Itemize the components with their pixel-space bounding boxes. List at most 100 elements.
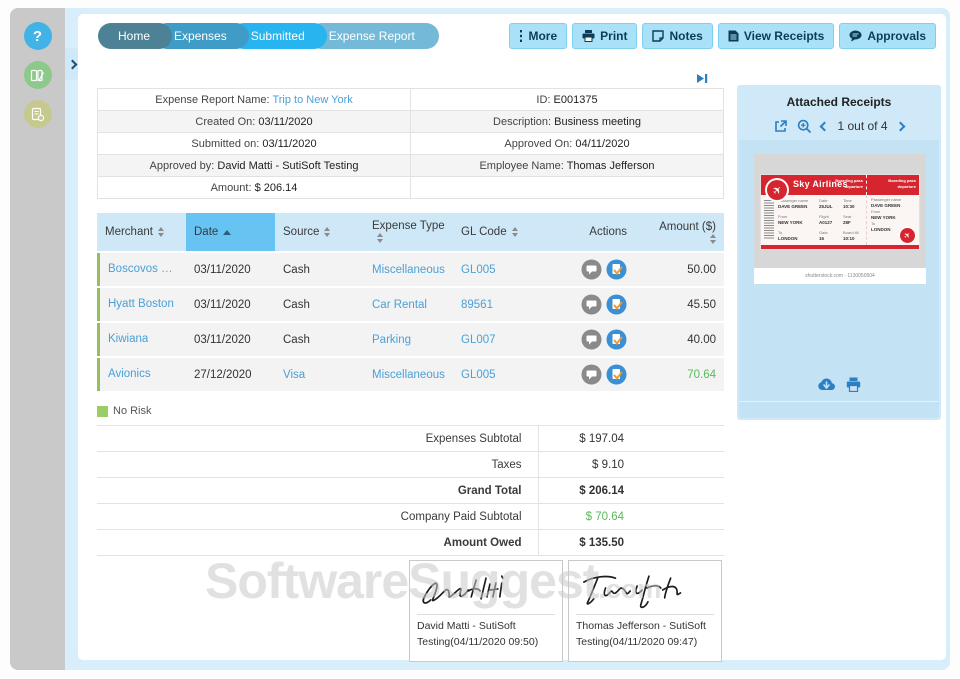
field-label: Approved by:: [150, 160, 215, 172]
tab-expense-report[interactable]: Expense Report: [309, 23, 439, 49]
approver-signature-caption: David Matti - SutiSoft Testing(04/11/202…: [417, 619, 555, 651]
amount-cell: 50.00: [635, 253, 724, 286]
expense-type-link[interactable]: Parking: [372, 334, 411, 346]
gl-code-link[interactable]: GL005: [461, 369, 496, 381]
field-value: E001375: [554, 94, 598, 106]
gl-code-link[interactable]: 89561: [461, 299, 493, 311]
main-content: Home Expenses Submitted Expense Report M…: [78, 14, 946, 660]
approvals-label: Approvals: [867, 29, 926, 43]
total-value: $ 70.64: [538, 504, 724, 530]
amount-cell: 70.64: [635, 358, 724, 391]
date-cell: 03/11/2020: [186, 253, 275, 286]
notes-button[interactable]: Notes: [642, 23, 712, 49]
source-cell: Cash: [275, 253, 364, 286]
employee-signature-image: [576, 566, 714, 612]
approver-signature-box: David Matti - SutiSoft Testing(04/11/202…: [409, 560, 563, 662]
help-glyph: ?: [33, 28, 42, 45]
total-value: $ 9.10: [538, 452, 724, 478]
expense-type-link[interactable]: Car Rental: [372, 299, 427, 311]
collapse-panel-icon[interactable]: [696, 71, 708, 89]
total-row: Taxes$ 9.10: [97, 452, 724, 478]
table-row: Expense Report Name: Trip to New York ID…: [98, 89, 724, 111]
approver-signature-image: [417, 566, 555, 612]
view-receipts-button[interactable]: View Receipts: [718, 23, 834, 49]
col-gl-code[interactable]: GL Code: [453, 213, 533, 251]
field-value: $ 206.14: [255, 182, 298, 194]
receipt-image[interactable]: Sky Airlines Boarding passdeparture Boar…: [754, 154, 926, 284]
ledger-glyph: [30, 68, 45, 83]
expense-type-link[interactable]: Miscellaneous: [372, 369, 445, 381]
amount-cell: 45.50: [635, 288, 724, 321]
expense-type-link[interactable]: Miscellaneous: [372, 264, 445, 276]
notes-label: Notes: [669, 29, 702, 43]
col-source[interactable]: Source: [275, 213, 364, 251]
receipt-pager: 1 out of 4: [837, 119, 887, 133]
sort-icon: [158, 227, 164, 237]
expense-row: Boscovos Johns... 03/11/2020 Cash Miscel…: [97, 253, 724, 286]
breadcrumb: Home Expenses Submitted Expense Report: [98, 23, 421, 49]
merchant-link[interactable]: Avionics: [108, 368, 151, 380]
view-receipts-icon: [728, 30, 739, 42]
merchant-link[interactable]: Boscovos Johns...: [108, 263, 178, 275]
print-icon: [582, 30, 595, 42]
col-amount[interactable]: Amount ($): [635, 213, 724, 251]
next-receipt-icon[interactable]: [895, 121, 905, 131]
col-date[interactable]: Date: [186, 213, 275, 251]
more-button[interactable]: More: [509, 23, 567, 49]
print-button[interactable]: Print: [572, 23, 637, 49]
approvals-button[interactable]: Approvals: [839, 23, 936, 49]
receipt-check-icon[interactable]: [606, 294, 627, 315]
field-label: Amount:: [211, 182, 252, 194]
download-icon[interactable]: [817, 377, 836, 392]
expense-row: Avionics 27/12/2020 Visa Miscellaneous G…: [97, 358, 724, 391]
amount-cell: 40.00: [635, 323, 724, 356]
table-row: Amount: $ 206.14: [98, 177, 724, 199]
total-value: $ 197.04: [538, 426, 724, 452]
receipt-check-icon[interactable]: [606, 364, 627, 385]
table-header-row: Merchant Date Source Expense Type GL Cod…: [97, 213, 724, 251]
boarding-pass-body: Passenger nameDAVE GREEN FromNEW YORK To…: [761, 195, 919, 245]
total-row: Company Paid Subtotal$ 70.64: [97, 504, 724, 530]
zoom-in-icon[interactable]: [797, 119, 812, 134]
comment-icon[interactable]: [581, 364, 602, 385]
table-row: Submitted on: 03/11/2020 Approved On: 04…: [98, 133, 724, 155]
source-link[interactable]: Visa: [283, 369, 305, 381]
more-label: More: [528, 29, 557, 43]
no-risk-swatch: [97, 406, 108, 417]
approvals-icon: [849, 30, 862, 42]
receipt-actions: [739, 377, 939, 392]
report-name-link[interactable]: Trip to New York: [272, 94, 352, 106]
print-label: Print: [600, 29, 627, 43]
attached-receipts-panel: Attached Receipts 1 out of 4 Sky Airline…: [737, 85, 941, 420]
help-icon[interactable]: ?: [24, 22, 52, 50]
field-label: ID:: [536, 94, 550, 106]
print-receipt-icon[interactable]: [846, 377, 861, 392]
col-actions: Actions: [533, 213, 635, 251]
ledger-icon[interactable]: [24, 61, 52, 89]
comment-icon[interactable]: [581, 329, 602, 350]
expense-row: Kiwiana 03/11/2020 Cash Parking GL007 40…: [97, 323, 724, 356]
comment-icon[interactable]: [581, 294, 602, 315]
total-row: Grand Total$ 206.14: [97, 478, 724, 504]
sort-asc-icon: [223, 230, 231, 235]
prev-receipt-icon[interactable]: [820, 121, 830, 131]
gl-code-link[interactable]: GL005: [461, 264, 496, 276]
field-value: Thomas Jefferson: [567, 160, 655, 172]
merchant-link[interactable]: Kiwiana: [108, 333, 148, 345]
sort-icon: [512, 227, 518, 237]
report-info-icon[interactable]: [24, 100, 52, 128]
comment-icon[interactable]: [581, 259, 602, 280]
col-merchant[interactable]: Merchant: [97, 213, 186, 251]
open-external-icon[interactable]: [774, 119, 788, 133]
date-cell: 03/11/2020: [186, 323, 275, 356]
receipt-check-icon[interactable]: [606, 329, 627, 350]
notes-icon: [652, 30, 664, 42]
gl-code-link[interactable]: GL007: [461, 334, 496, 346]
col-expense-type[interactable]: Expense Type: [364, 213, 453, 251]
sort-icon: [710, 234, 716, 244]
merchant-link[interactable]: Hyatt Boston: [108, 298, 174, 310]
sort-icon: [377, 233, 383, 243]
receipt-check-icon[interactable]: [606, 259, 627, 280]
report-column: Expense Report Name: Trip to New York ID…: [97, 88, 724, 662]
tab-home[interactable]: Home: [98, 23, 172, 49]
